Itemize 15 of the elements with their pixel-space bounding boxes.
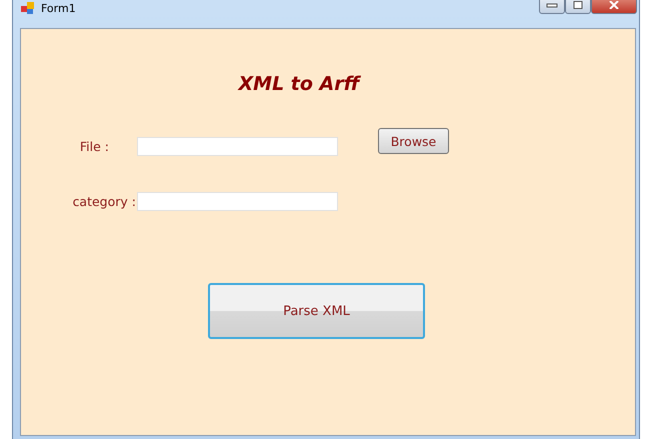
field-label: File :: [78, 139, 110, 154]
maximize-icon: [572, 1, 584, 9]
minimize-button[interactable]: [539, 0, 565, 14]
form-heading: XML to Arff: [236, 73, 362, 95]
window-title: Form1: [41, 2, 76, 14]
form-icon: [21, 2, 35, 14]
close-icon: [608, 1, 620, 9]
browse-button[interactable]: Browse: [378, 128, 449, 154]
close-button[interactable]: [591, 0, 637, 14]
file-field[interactable]: [137, 137, 338, 156]
parse-button[interactable]: Parse XML: [208, 283, 425, 339]
maximize-button[interactable]: [565, 0, 591, 14]
category-field[interactable]: [137, 192, 338, 211]
minimize-icon: [546, 2, 558, 8]
field-label: category :: [72, 194, 137, 209]
